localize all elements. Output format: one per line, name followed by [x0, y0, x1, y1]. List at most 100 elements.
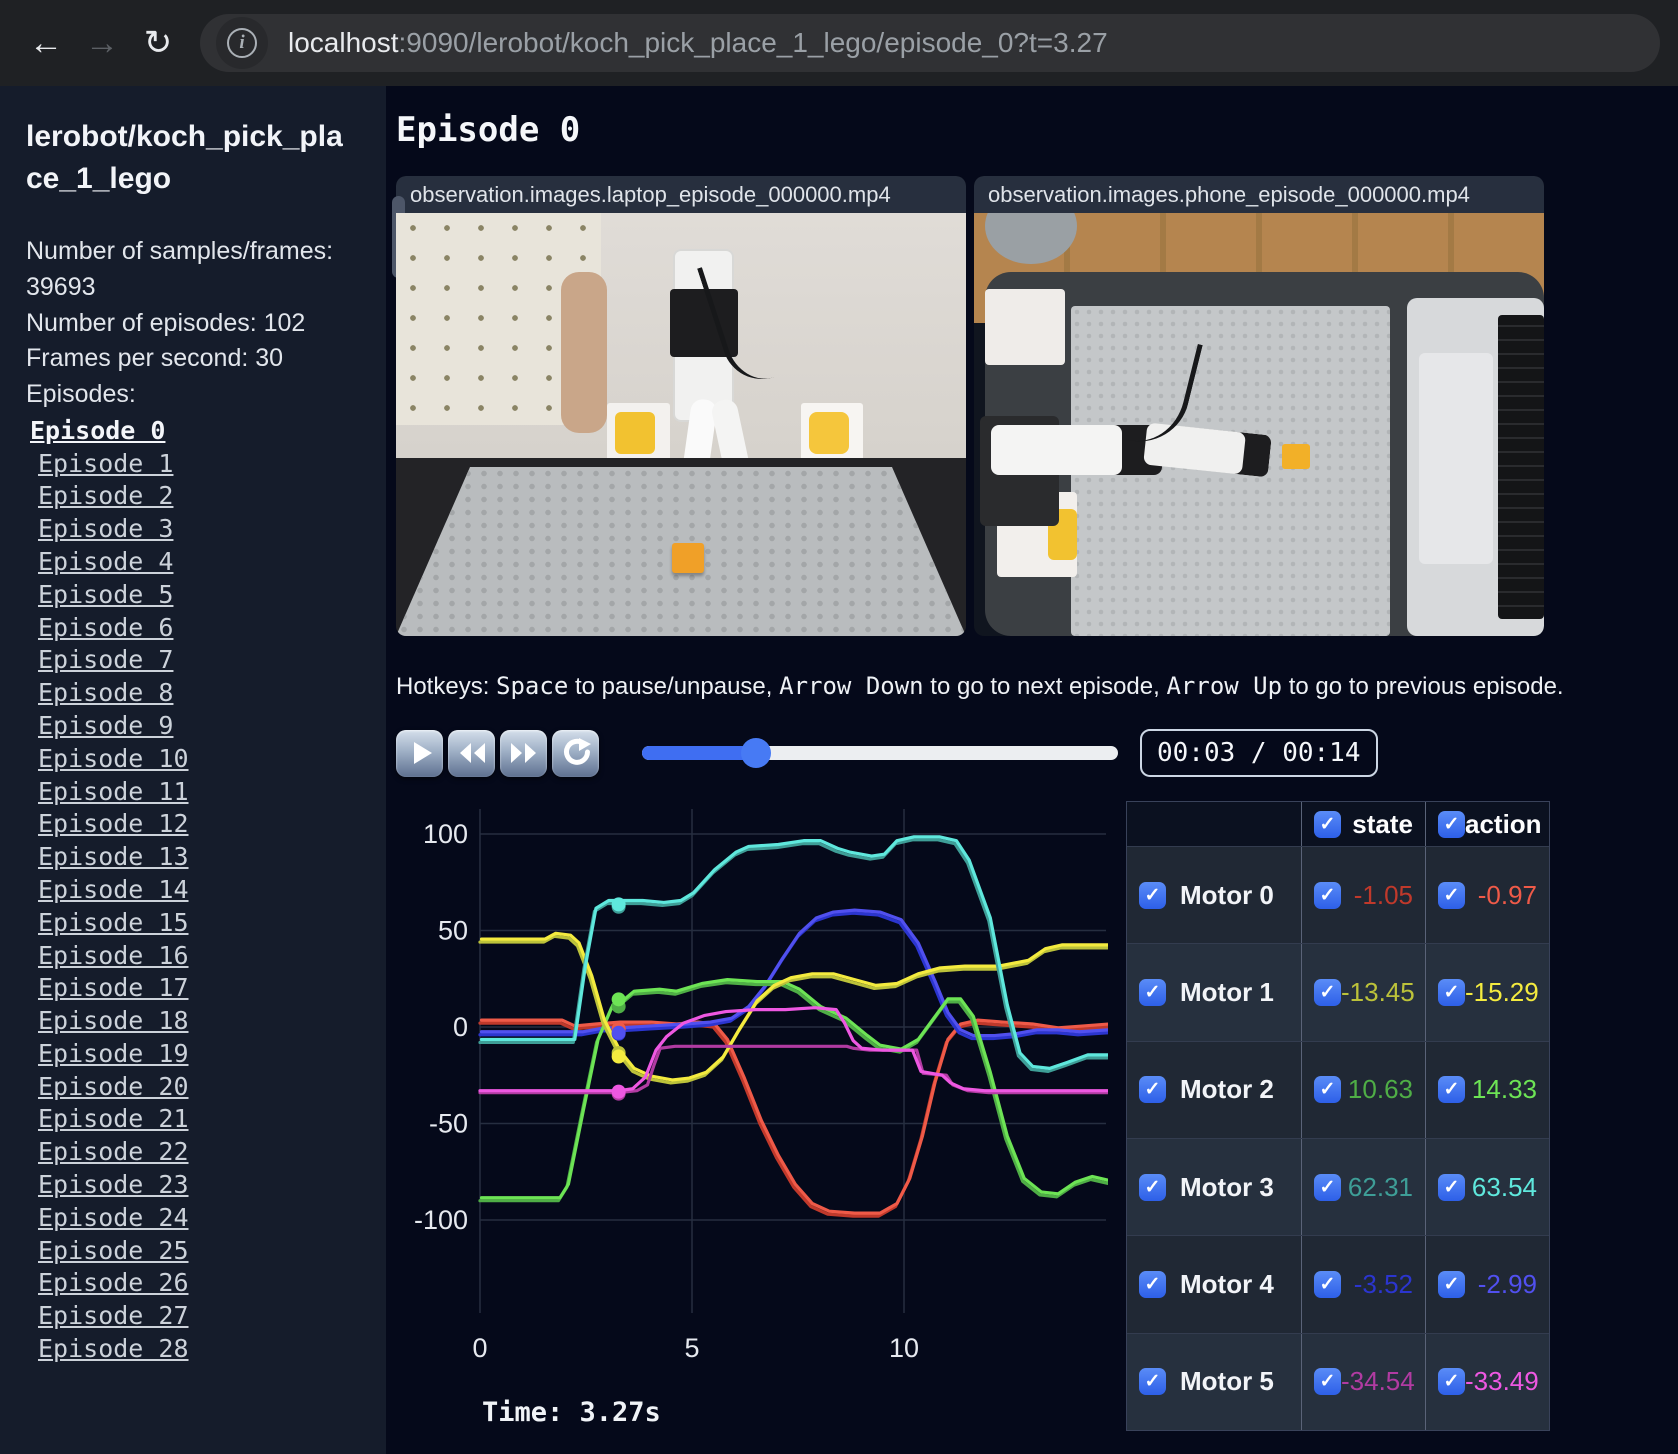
episode-link[interactable]: Episode 20 — [38, 1071, 360, 1104]
state-column-checkbox[interactable]: ✓ — [1314, 810, 1341, 838]
sidebar: lerobot/koch_pick_place_1_lego Number of… — [0, 86, 386, 1454]
action-cell: ✓ -0.97 — [1425, 847, 1549, 944]
episode-link[interactable]: Episode 11 — [38, 776, 360, 809]
checkbox[interactable]: ✓ — [1139, 1076, 1166, 1104]
episode-link[interactable]: Episode 15 — [38, 907, 360, 940]
dataset-title: lerobot/koch_pick_place_1_lego — [26, 120, 343, 195]
checkbox[interactable]: ✓ — [1314, 881, 1341, 909]
state-cell: ✓ -1.05 — [1301, 847, 1425, 944]
state-value: -34.54 — [1341, 1366, 1415, 1397]
loop-button[interactable] — [552, 729, 599, 777]
rewind-icon — [459, 743, 485, 763]
hotkey-key: Arrow Up — [1166, 672, 1283, 700]
episode-link[interactable]: Episode 10 — [38, 743, 360, 776]
episode-link[interactable]: Episode 1 — [38, 448, 360, 481]
episode-link[interactable]: Episode 28 — [38, 1333, 360, 1366]
episode-link[interactable]: Episode 0 — [30, 415, 360, 448]
time-display: 00:03 / 00:14 — [1140, 729, 1378, 777]
reload-icon[interactable]: ↻ — [130, 23, 186, 63]
hotkey-text: to go to next episode, — [923, 673, 1167, 700]
checkbox[interactable]: ✓ — [1139, 1368, 1166, 1396]
stat-samples: Number of samples/frames: 39693 — [26, 237, 334, 301]
video-frame-phone[interactable] — [974, 213, 1544, 636]
checkbox[interactable]: ✓ — [1438, 881, 1465, 909]
checkbox[interactable]: ✓ — [1139, 978, 1166, 1006]
episode-link[interactable]: Episode 7 — [38, 644, 360, 677]
checkbox[interactable]: ✓ — [1438, 1076, 1465, 1104]
episode-link[interactable]: Episode 24 — [38, 1202, 360, 1235]
svg-text:100: 100 — [423, 819, 468, 849]
table-header-row: ✓ state ✓ action — [1127, 802, 1549, 846]
video-frame-laptop[interactable] — [396, 213, 966, 636]
checkbox[interactable]: ✓ — [1438, 1368, 1465, 1396]
checkbox[interactable]: ✓ — [1314, 1173, 1341, 1201]
svg-text:5: 5 — [684, 1333, 699, 1363]
action-cell: ✓ 63.54 — [1425, 1138, 1549, 1236]
episode-link[interactable]: Episode 27 — [38, 1300, 360, 1333]
motor-name-cell: ✓ Motor 3 — [1127, 1139, 1301, 1235]
checkbox[interactable]: ✓ — [1314, 978, 1341, 1006]
episode-link[interactable]: Episode 2 — [38, 480, 360, 513]
episode-link[interactable]: Episode 8 — [38, 677, 360, 710]
state-cell: ✓ -34.54 — [1301, 1333, 1425, 1430]
hotkey-text: Hotkeys: — [396, 673, 497, 700]
forward-icon[interactable]: → — [74, 24, 130, 63]
episode-link[interactable]: Episode 9 — [38, 710, 360, 743]
episode-link[interactable]: Episode 12 — [38, 808, 360, 841]
action-column-checkbox[interactable]: ✓ — [1438, 810, 1465, 838]
chart-time-label: Time: 3.27s — [482, 1397, 661, 1428]
episode-link[interactable]: Episode 13 — [38, 841, 360, 874]
episode-link[interactable]: Episode 14 — [38, 874, 360, 907]
motor-chart[interactable]: 100 50 0 -50 -100 0 5 10 Time: 3.27s — [396, 801, 1111, 1433]
episode-link[interactable]: Episode 5 — [38, 579, 360, 612]
play-button[interactable] — [396, 729, 443, 777]
checkbox[interactable]: ✓ — [1139, 1270, 1166, 1298]
action-value: 14.33 — [1471, 1074, 1537, 1105]
fast-forward-button[interactable] — [500, 729, 547, 777]
address-bar[interactable]: i localhost:9090/lerobot/koch_pick_place… — [200, 14, 1660, 72]
checkbox[interactable]: ✓ — [1438, 978, 1465, 1006]
slider-fill — [642, 746, 757, 760]
checkbox[interactable]: ✓ — [1139, 881, 1166, 909]
back-icon[interactable]: ← — [18, 24, 74, 63]
svg-text:50: 50 — [438, 916, 468, 946]
episode-link[interactable]: Episode 21 — [38, 1103, 360, 1136]
header-action-cell: ✓ action — [1425, 802, 1549, 846]
table-row: ✓ Motor 4 ✓ -3.52 ✓ -2.99 — [1127, 1235, 1549, 1333]
action-value: -33.49 — [1465, 1366, 1539, 1397]
checkbox[interactable]: ✓ — [1314, 1076, 1341, 1104]
video-title-laptop: observation.images.laptop_episode_000000… — [396, 176, 966, 213]
checkbox[interactable]: ✓ — [1438, 1173, 1465, 1201]
checkbox[interactable]: ✓ — [1314, 1368, 1341, 1396]
episode-link[interactable]: Episode 4 — [38, 546, 360, 579]
motor-name-cell: ✓ Motor 0 — [1127, 847, 1301, 943]
url-text[interactable]: localhost:9090/lerobot/koch_pick_place_1… — [288, 27, 1108, 59]
rewind-button[interactable] — [448, 729, 495, 777]
episode-link[interactable]: Episode 19 — [38, 1038, 360, 1071]
episode-link[interactable]: Episode 17 — [38, 972, 360, 1005]
episode-link[interactable]: Episode 25 — [38, 1235, 360, 1268]
checkbox[interactable]: ✓ — [1438, 1270, 1465, 1298]
play-icon — [413, 742, 432, 764]
slider-thumb[interactable] — [741, 738, 772, 768]
page-info-button[interactable]: i — [216, 17, 268, 69]
motor-table: ✓ state ✓ action ✓ Motor 0 ✓ -1.05 ✓ -0.97 ✓ Mo… — [1126, 801, 1550, 1431]
checkbox[interactable]: ✓ — [1314, 1270, 1341, 1298]
episode-link[interactable]: Episode 6 — [38, 612, 360, 645]
episode-link[interactable]: Episode 22 — [38, 1136, 360, 1169]
episode-link[interactable]: Episode 23 — [38, 1169, 360, 1202]
episode-link[interactable]: Episode 26 — [38, 1267, 360, 1300]
checkbox[interactable]: ✓ — [1139, 1173, 1166, 1201]
hotkey-text: to pause/unpause, — [568, 673, 780, 700]
stat-fps: Frames per second: 30 — [26, 344, 284, 373]
video-progress-slider[interactable] — [642, 738, 1118, 768]
svg-text:0: 0 — [453, 1012, 468, 1042]
episode-link[interactable]: Episode 3 — [38, 513, 360, 546]
state-cell: ✓ -13.45 — [1301, 944, 1425, 1041]
episode-link[interactable]: Episode 16 — [38, 940, 360, 973]
hotkeys-line: Hotkeys: Space to pause/unpause, Arrow D… — [396, 672, 1678, 701]
state-cell: ✓ 10.63 — [1301, 1041, 1425, 1138]
action-value: -2.99 — [1477, 1268, 1537, 1299]
episode-link[interactable]: Episode 18 — [38, 1005, 360, 1038]
hotkey-key: Arrow Down — [779, 672, 924, 700]
